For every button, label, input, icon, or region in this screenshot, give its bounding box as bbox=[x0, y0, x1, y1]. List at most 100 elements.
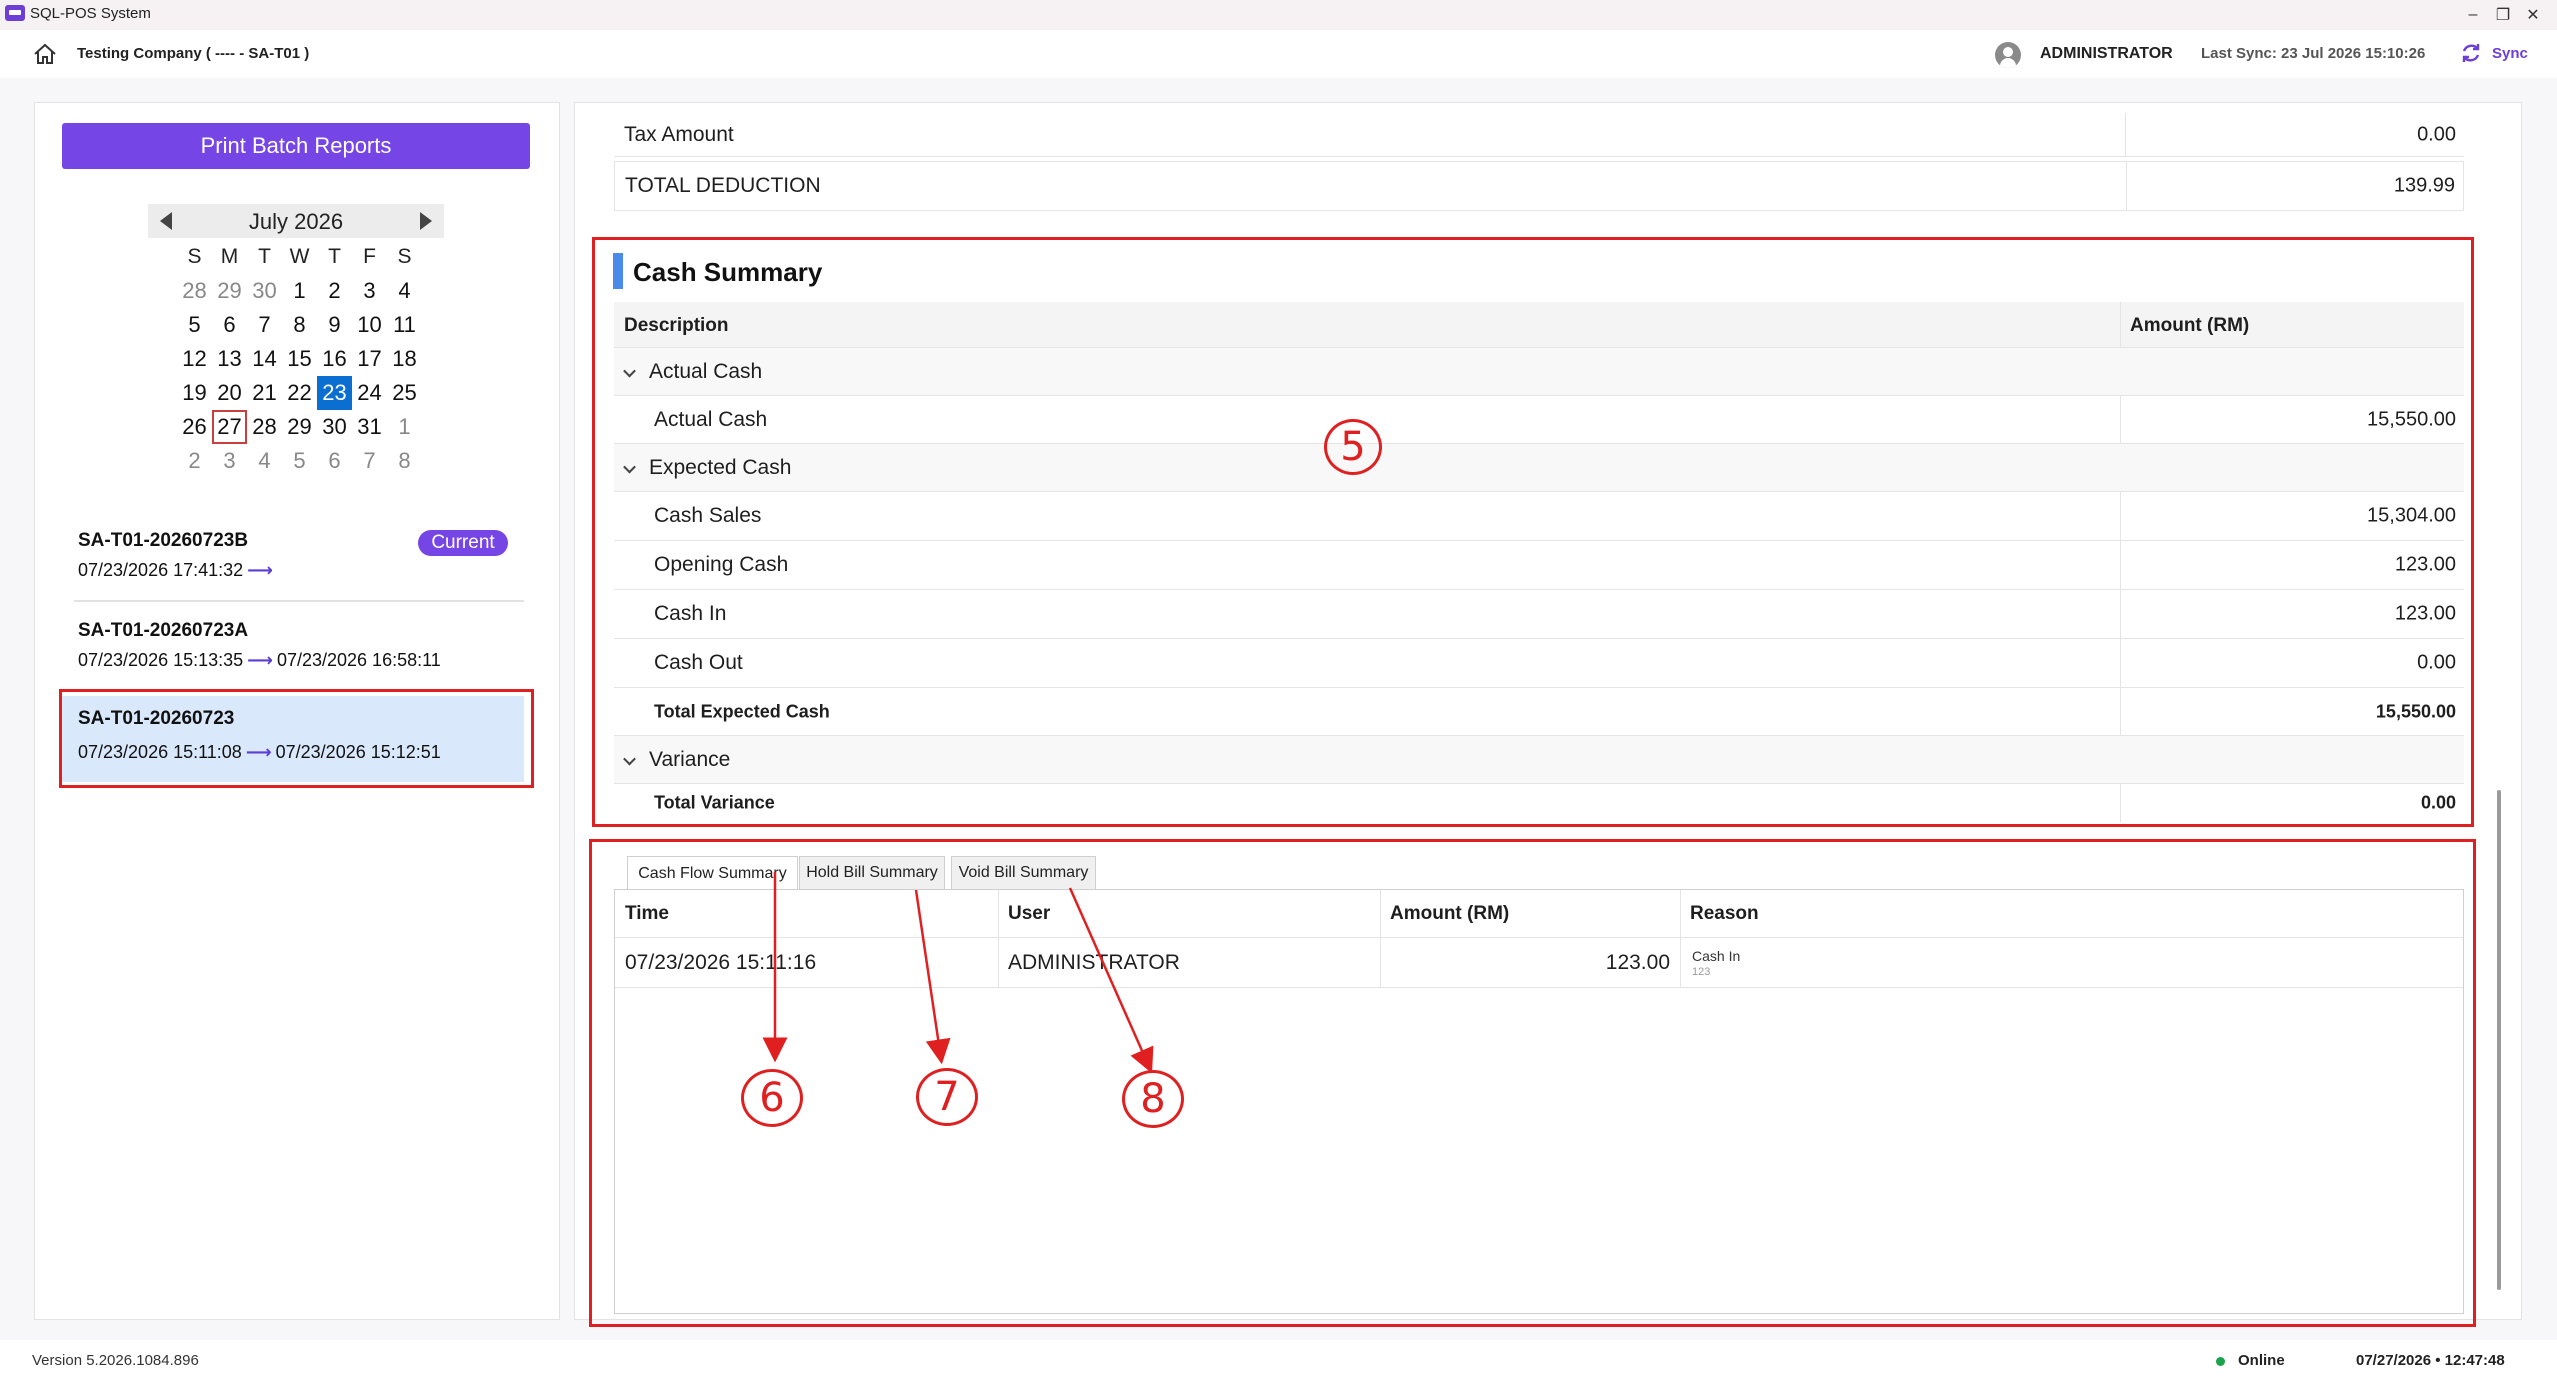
batch-end: 07/23/2026 16:58:11 bbox=[276, 650, 441, 670]
arrow-right-icon: ⟶ bbox=[247, 650, 273, 670]
calendar-day[interactable]: 14 bbox=[247, 342, 282, 376]
annotation-box-cash-summary bbox=[592, 237, 2474, 827]
calendar-day[interactable]: 16 bbox=[317, 342, 352, 376]
calendar-week: 28 29 30 1 2 3 4 bbox=[177, 274, 422, 308]
batch-time: 07/23/2026 15:13:35 ⟶ 07/23/2026 16:58:11 bbox=[78, 650, 441, 671]
tax-amount-label: Tax Amount bbox=[624, 122, 734, 146]
annotation-number-8: 8 bbox=[1122, 1070, 1184, 1128]
calendar-day[interactable]: 3 bbox=[352, 274, 387, 308]
calendar-day[interactable]: 29 bbox=[282, 410, 317, 444]
calendar-dow: W bbox=[289, 245, 310, 268]
calendar-day[interactable]: 8 bbox=[387, 444, 422, 478]
column-separator bbox=[2126, 162, 2127, 210]
calendar-day[interactable]: 1 bbox=[387, 410, 422, 444]
status-bar: Version 5.2026.1084.896 Online 07/27/202… bbox=[0, 1340, 2557, 1380]
calendar-day[interactable]: 10 bbox=[352, 308, 387, 342]
sync-button[interactable]: Sync bbox=[2492, 45, 2528, 62]
calendar-day[interactable]: 15 bbox=[282, 342, 317, 376]
calendar-day[interactable]: 2 bbox=[317, 274, 352, 308]
calendar-day[interactable]: 28 bbox=[247, 410, 282, 444]
tax-amount-value: 0.00 bbox=[2417, 123, 2456, 145]
batch-id: SA-T01-20260723A bbox=[78, 620, 249, 641]
batch-item[interactable]: SA-T01-20260723A 07/23/2026 15:13:35 ⟶ 07/… bbox=[62, 608, 524, 690]
annotation-number-7: 7 bbox=[916, 1068, 978, 1126]
calendar-week: 2 3 4 5 6 7 8 bbox=[177, 444, 422, 478]
total-deduction-row: TOTAL DEDUCTION 139.99 bbox=[614, 161, 2464, 211]
calendar-dow: T bbox=[328, 245, 341, 268]
user-name: ADMINISTRATOR bbox=[2040, 45, 2173, 62]
batch-start: 07/23/2026 17:41:32 bbox=[78, 560, 244, 580]
calendar-day[interactable]: 6 bbox=[212, 308, 247, 342]
arrow-right-icon: ⟶ bbox=[247, 560, 273, 580]
calendar-day[interactable]: 7 bbox=[352, 444, 387, 478]
total-deduction-label: TOTAL DEDUCTION bbox=[625, 174, 821, 197]
calendar-dow: S bbox=[397, 245, 412, 268]
calendar-day[interactable]: 8 bbox=[282, 308, 317, 342]
calendar-day[interactable]: 4 bbox=[387, 274, 422, 308]
calendar-next-icon[interactable] bbox=[420, 212, 432, 230]
column-separator bbox=[2125, 113, 2126, 156]
user-avatar-icon bbox=[1995, 42, 2021, 68]
total-deduction-value: 139.99 bbox=[2393, 174, 2455, 197]
calendar-dow: F bbox=[363, 245, 376, 268]
calendar-day[interactable]: 13 bbox=[212, 342, 247, 376]
calendar-day[interactable]: 30 bbox=[247, 274, 282, 308]
close-button[interactable]: ✕ bbox=[2505, 0, 2557, 30]
calendar-day-today[interactable]: 27 bbox=[212, 410, 247, 444]
online-status: Online bbox=[2238, 1352, 2285, 1369]
calendar-month: July 2026 bbox=[248, 209, 344, 234]
annotation-highlight-batch bbox=[59, 689, 534, 788]
calendar-day[interactable]: 17 bbox=[352, 342, 387, 376]
calendar-day[interactable]: 11 bbox=[387, 308, 422, 342]
calendar-week: 19 20 21 22 23 24 25 bbox=[177, 376, 422, 410]
batch-divider bbox=[74, 600, 524, 602]
vertical-scrollbar[interactable] bbox=[2497, 790, 2501, 1290]
calendar-day[interactable]: 4 bbox=[247, 444, 282, 478]
calendar-day[interactable]: 22 bbox=[282, 376, 317, 410]
calendar-day[interactable]: 21 bbox=[247, 376, 282, 410]
online-status-icon bbox=[2216, 1357, 2225, 1366]
last-sync-text: Last Sync: 23 Jul 2026 15:10:26 bbox=[2201, 45, 2426, 62]
app-logo-icon bbox=[5, 5, 25, 21]
tax-amount-row: Tax Amount 0.00 bbox=[614, 113, 2464, 157]
calendar-day[interactable]: 12 bbox=[177, 342, 212, 376]
calendar-header: July 2026 bbox=[148, 204, 444, 238]
calendar-day[interactable]: 5 bbox=[177, 308, 212, 342]
calendar-day[interactable]: 3 bbox=[212, 444, 247, 478]
calendar-week: 12 13 14 15 16 17 18 bbox=[177, 342, 422, 376]
calendar-day[interactable]: 5 bbox=[282, 444, 317, 478]
calendar-day[interactable]: 2 bbox=[177, 444, 212, 478]
footer-datetime: 07/27/2026 • 12:47:48 bbox=[2356, 1352, 2505, 1369]
home-icon[interactable] bbox=[32, 42, 58, 66]
calendar-dow: S bbox=[187, 245, 202, 268]
calendar-day[interactable]: 25 bbox=[387, 376, 422, 410]
calendar-day[interactable]: 9 bbox=[317, 308, 352, 342]
calendar-day[interactable]: 30 bbox=[317, 410, 352, 444]
calendar-dow-row: S M T W T F S bbox=[177, 240, 422, 274]
calendar-day[interactable]: 26 bbox=[177, 410, 212, 444]
batch-start: 07/23/2026 15:13:35 bbox=[78, 650, 244, 670]
calendar-day[interactable]: 18 bbox=[387, 342, 422, 376]
version-text: Version 5.2026.1084.896 bbox=[32, 1352, 199, 1369]
current-badge: Current bbox=[418, 530, 508, 556]
calendar-day[interactable]: 6 bbox=[317, 444, 352, 478]
calendar-day[interactable]: 20 bbox=[212, 376, 247, 410]
title-bar: SQL-POS System – ❐ ✕ bbox=[0, 0, 2557, 30]
app-header: Testing Company ( ---- - SA-T01 ) ADMINI… bbox=[0, 30, 2557, 78]
calendar-day[interactable]: 24 bbox=[352, 376, 387, 410]
annotation-number-5: 5 bbox=[1324, 419, 1382, 475]
calendar-day-selected[interactable]: 23 bbox=[317, 376, 352, 410]
calendar-day[interactable]: 19 bbox=[177, 376, 212, 410]
calendar-dow: M bbox=[220, 245, 239, 268]
calendar-day[interactable]: 29 bbox=[212, 274, 247, 308]
calendar-week: 5 6 7 8 9 10 11 bbox=[177, 308, 422, 342]
batch-time: 07/23/2026 17:41:32 ⟶ bbox=[78, 560, 277, 581]
calendar-day[interactable]: 7 bbox=[247, 308, 282, 342]
calendar-day[interactable]: 1 bbox=[282, 274, 317, 308]
calendar-week: 26 27 28 29 30 31 1 bbox=[177, 410, 422, 444]
print-batch-reports-button[interactable]: Print Batch Reports bbox=[62, 123, 530, 169]
calendar-day[interactable]: 31 bbox=[352, 410, 387, 444]
sync-icon[interactable] bbox=[2460, 42, 2482, 64]
calendar-day[interactable]: 28 bbox=[177, 274, 212, 308]
batch-id: SA-T01-20260723B bbox=[78, 530, 249, 551]
